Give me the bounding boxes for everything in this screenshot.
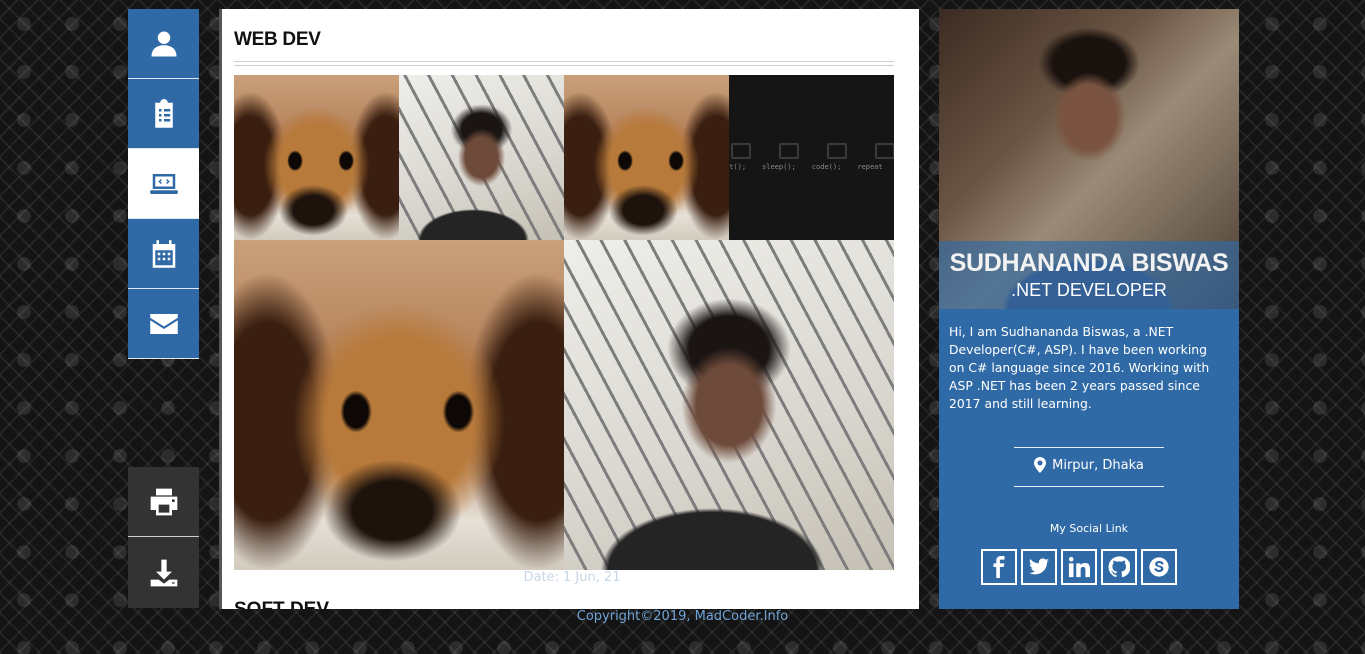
section-title: WEB DEV [234,29,321,50]
skype-icon [1149,557,1169,577]
copyright: Copyright©2019, MadCoder.Info [576,609,789,624]
gallery-dog-photo-large[interactable] [234,240,564,570]
nav-item-about[interactable] [128,9,199,79]
clipboard-icon [154,98,173,128]
code-icon [827,143,847,159]
code-label: sleep(); [762,163,796,171]
calendar-icon [152,239,175,268]
project-gallery: at(); sleep(); code(); repeat [234,75,894,570]
eat-icon [731,143,751,159]
tool-bar [128,467,199,608]
skype-link[interactable] [1141,549,1177,585]
gallery-dog-photo[interactable] [564,75,729,240]
gallery-code-photo[interactable]: at(); sleep(); code(); repeat [729,75,894,240]
user-icon [151,31,176,56]
linkedin-link[interactable] [1061,549,1097,585]
location-divider-bottom [1014,486,1164,487]
nav-item-resume[interactable] [128,79,199,149]
social-title: My Social Link [1049,522,1129,535]
gallery-dog-photo[interactable] [234,75,399,240]
linkedin-icon [1068,556,1090,578]
profile-bio: Hi, I am Sudhananda Biswas, a .NET Devel… [949,324,1210,411]
profile-role: .NET DEVELOPER [1011,280,1167,300]
github-icon [1108,556,1130,578]
gallery-selfie-photo-large[interactable] [564,240,894,570]
laptop-code-icon [149,173,178,194]
download-button[interactable] [128,537,199,608]
github-link[interactable] [1101,549,1137,585]
portfolio-panel: WEB DEV at(); sleep(); code(); repeat Da… [219,9,919,609]
twitter-icon [1028,558,1050,575]
location-divider-top [1014,447,1164,448]
title-divider [234,61,894,66]
map-marker-icon [1034,457,1047,473]
code-label: at(); [729,163,747,171]
code-label: code(); [811,163,842,171]
next-section-title: SOFT DEV [234,599,329,609]
facebook-icon [993,556,1005,578]
profile-name: SUDHANANDA BISWAS [949,249,1229,277]
sleep-icon [779,143,799,159]
location: Mirpur, Dhaka [939,457,1239,473]
code-labels: at(); sleep(); code(); repeat [729,163,883,171]
profile-card: SUDHANANDA BISWAS .NET DEVELOPER Hi, I a… [939,9,1239,609]
repeat-icon [875,143,894,159]
download-icon [150,559,177,586]
twitter-link[interactable] [1021,549,1057,585]
envelope-icon [149,313,178,334]
nav-item-calendar[interactable] [128,219,199,289]
code-label: repeat [857,163,883,171]
social-links [981,549,1177,585]
facebook-link[interactable] [981,549,1017,585]
print-icon [150,488,177,515]
nav-item-portfolio[interactable] [128,149,199,219]
print-button[interactable] [128,467,199,537]
side-nav [128,9,199,359]
project-date: Date: 1 Jun, 21 [523,570,621,585]
location-text: Mirpur, Dhaka [1052,457,1144,473]
nav-item-contact[interactable] [128,289,199,359]
code-icons [731,143,894,159]
gallery-selfie-photo[interactable] [399,75,564,240]
